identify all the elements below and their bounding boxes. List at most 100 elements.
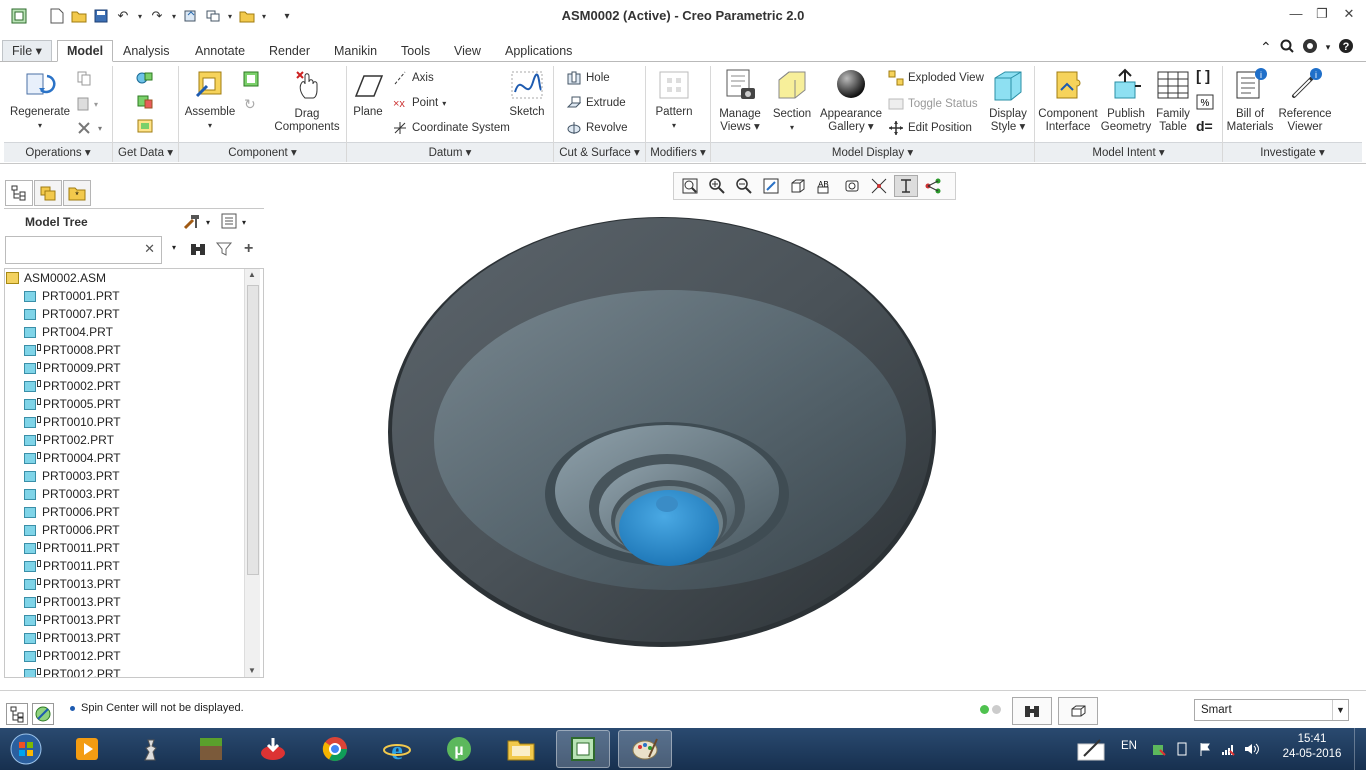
tree-item-part[interactable]: PRT004.PRT	[6, 323, 245, 341]
taskbar-internet-explorer-icon[interactable]: e	[370, 730, 424, 768]
tab-model[interactable]: Model	[57, 40, 114, 62]
group-model-display[interactable]: Model Display ▾	[711, 142, 1034, 162]
group-investigate[interactable]: Investigate ▾	[1223, 142, 1362, 162]
tray-security-icon[interactable]	[1152, 742, 1166, 759]
taskbar-chrome-icon[interactable]	[308, 730, 362, 768]
tree-item-part[interactable]: PRT0013.PRT	[6, 629, 245, 647]
group-get-data[interactable]: Get Data ▾	[113, 142, 178, 162]
tree-item-part[interactable]: PRT0005.PRT	[6, 395, 245, 413]
family-table-button[interactable]: Family Table	[1154, 68, 1192, 134]
settings-dropdown-icon[interactable]: ▾	[206, 218, 210, 227]
relations-icon[interactable]: [ ]	[1196, 68, 1210, 85]
tab-render[interactable]: Render	[259, 40, 320, 62]
show-dropdown-icon[interactable]: ▾	[242, 218, 246, 227]
help-icon[interactable]: ?	[1338, 38, 1354, 57]
copy-icon[interactable]	[76, 70, 92, 89]
drag-components-button[interactable]: Drag Components	[272, 68, 342, 134]
tree-item-part[interactable]: PRT0004.PRT	[6, 449, 245, 467]
exploded-view-button[interactable]: Exploded View	[888, 70, 984, 86]
taskbar-chess-icon[interactable]	[122, 730, 176, 768]
taskbar-creo-icon[interactable]	[556, 730, 610, 768]
clock[interactable]: 15:41 24-05-2016	[1282, 733, 1342, 760]
tree-item-part[interactable]: PRT0011.PRT	[6, 557, 245, 575]
tray-flag-icon[interactable]	[1198, 742, 1212, 759]
taskbar-explorer-icon[interactable]	[494, 730, 548, 768]
toggle-status-button[interactable]: Toggle Status	[888, 96, 978, 112]
start-button[interactable]	[0, 730, 52, 768]
extrude-button[interactable]: Extrude	[566, 95, 626, 111]
community-dropdown-icon[interactable]: ▾	[1326, 42, 1331, 53]
tree-search-input[interactable]: ✕	[5, 236, 162, 264]
show-browser-icon[interactable]	[32, 703, 54, 725]
point-button[interactable]: ×x Point ▾	[392, 95, 446, 111]
group-model-intent[interactable]: Model Intent ▾	[1035, 142, 1222, 162]
scroll-up-icon[interactable]: ▲	[248, 270, 256, 279]
tree-item-part[interactable]: PRT0013.PRT	[6, 575, 245, 593]
tree-item-part[interactable]: PRT0013.PRT	[6, 611, 245, 629]
restore-button[interactable]: ❐	[1308, 6, 1336, 26]
tree-item-part[interactable]: PRT0007.PRT	[6, 305, 245, 323]
search-icon[interactable]	[1280, 39, 1294, 56]
clear-search-icon[interactable]: ✕	[144, 241, 155, 257]
taskbar-utorrent-icon[interactable]: µ	[432, 730, 486, 768]
display-style-button[interactable]: Display Style ▾	[986, 68, 1030, 134]
minimize-button[interactable]: —	[1282, 6, 1310, 26]
tab-manikin[interactable]: Manikin	[324, 40, 387, 62]
tree-item-part[interactable]: PRT002.PRT	[6, 431, 245, 449]
taskbar-minecraft-icon[interactable]	[184, 730, 238, 768]
tree-item-part[interactable]: PRT0006.PRT	[6, 503, 245, 521]
publish-geometry-button[interactable]: Publish Geometry	[1100, 68, 1152, 134]
find-button[interactable]	[1012, 697, 1052, 725]
tree-item-part[interactable]: PRT0001.PRT	[6, 287, 245, 305]
tab-file[interactable]: File ▾	[2, 40, 52, 62]
create-component-icon[interactable]	[242, 70, 260, 91]
paste-icon[interactable]: ▾	[76, 96, 100, 115]
datum-display-icon[interactable]	[867, 175, 891, 197]
tree-item-part[interactable]: PRT0002.PRT	[6, 377, 245, 395]
filter-dropdown-icon[interactable]: ▼	[1332, 700, 1348, 720]
refit-icon[interactable]	[678, 175, 702, 197]
settings-icon[interactable]	[182, 212, 202, 233]
tray-device-icon[interactable]	[1175, 742, 1189, 759]
reference-viewer-button[interactable]: i Reference Viewer	[1276, 68, 1334, 134]
section-button[interactable]: Section ▾	[770, 68, 814, 134]
filter-icon[interactable]	[215, 241, 233, 260]
tray-network-icon[interactable]	[1221, 742, 1235, 759]
group-datum[interactable]: Datum ▾	[347, 142, 553, 162]
delete-icon[interactable]: ▾	[76, 120, 106, 139]
revolve-button[interactable]: Revolve	[566, 120, 628, 136]
tree-item-part[interactable]: PRT0012.PRT	[6, 665, 245, 677]
zoom-in-icon[interactable]	[705, 175, 729, 197]
tree-root-assembly[interactable]: ASM0002.ASM	[6, 269, 245, 287]
group-cut-surface[interactable]: Cut & Surface ▾	[554, 142, 645, 162]
component-interface-button[interactable]: Component Interface	[1038, 68, 1098, 134]
tree-item-part[interactable]: PRT0012.PRT	[6, 647, 245, 665]
parameters-icon[interactable]: %	[1196, 94, 1214, 113]
tab-model-tree-icon[interactable]	[5, 180, 33, 206]
copy-geometry-icon[interactable]	[136, 94, 154, 113]
tree-scrollbar[interactable]: ▲ ▼	[244, 269, 260, 677]
taskbar-download-icon[interactable]	[246, 730, 300, 768]
sketch-button[interactable]: Sketch	[507, 70, 547, 119]
add-icon[interactable]: +	[244, 240, 253, 258]
tab-folder-browser-icon[interactable]	[34, 180, 62, 206]
selection-box-button[interactable]	[1058, 697, 1098, 725]
appearance-gallery-button[interactable]: Appearance Gallery ▾	[818, 68, 884, 134]
tab-view[interactable]: View	[444, 40, 491, 62]
collapse-ribbon-icon[interactable]: ⌃	[1260, 39, 1272, 56]
tray-pen-icon[interactable]	[1076, 736, 1108, 765]
tab-analysis[interactable]: Analysis	[113, 40, 180, 62]
taskbar-paint-icon[interactable]	[618, 730, 672, 768]
shrinkwrap-icon[interactable]	[136, 118, 154, 137]
tab-tools[interactable]: Tools	[391, 40, 440, 62]
tab-applications[interactable]: Applications	[495, 40, 582, 62]
bill-of-materials-button[interactable]: i Bill of Materials	[1226, 68, 1274, 134]
view-manager-icon[interactable]	[840, 175, 864, 197]
regeneration-status-icon[interactable]	[980, 705, 1001, 714]
plane-button[interactable]: Plane	[350, 70, 386, 119]
tab-favorites-icon[interactable]: *	[63, 180, 91, 206]
tree-item-part[interactable]: PRT0003.PRT	[6, 467, 245, 485]
taskbar-media-player-icon[interactable]	[60, 730, 114, 768]
show-icon[interactable]	[220, 212, 238, 233]
manage-views-button[interactable]: Manage Views ▾	[714, 68, 766, 134]
